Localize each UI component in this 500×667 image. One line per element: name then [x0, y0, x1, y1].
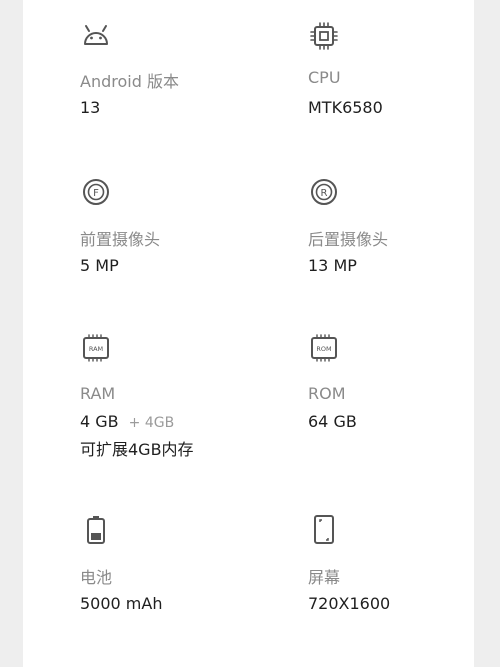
spec-value: MTK6580 [308, 98, 383, 117]
spec-value: 5000 mAh [80, 594, 163, 613]
spec-label: ROM [308, 384, 346, 403]
spec-value: 5 MP [80, 256, 119, 275]
spec-value: 720X1600 [308, 594, 391, 613]
spec-value-row: 4 GB + 4GB [80, 412, 174, 431]
front-camera-icon: F [80, 176, 112, 208]
spec-label: Android 版本 [80, 72, 179, 91]
android-icon [80, 20, 112, 52]
screen-icon [308, 514, 340, 546]
spec-label: 屏幕 [308, 568, 341, 587]
spec-value: 13 [80, 98, 101, 117]
rom-icon-text: ROM [316, 345, 331, 353]
spec-label: CPU [308, 68, 341, 87]
rom-chip-icon: ROM [308, 332, 340, 364]
spec-note: 可扩展4GB内存 [80, 440, 194, 459]
ram-icon-text: RAM [89, 345, 103, 353]
spec-value: 4 GB [80, 412, 119, 431]
spec-label: RAM [80, 384, 116, 403]
spec-value: 13 MP [308, 256, 357, 275]
spec-value-extra: + 4GB [128, 415, 175, 431]
spec-value: 64 GB [308, 412, 357, 431]
spec-label: 电池 [80, 568, 113, 587]
rear-camera-letter: R [321, 188, 328, 199]
battery-icon [80, 514, 112, 546]
device-spec-card: Android 版本 13 CPU MTK6580 F 前置摄像头 5 MP R… [23, 0, 474, 667]
spec-label: 前置摄像头 [80, 230, 161, 249]
spec-label: 后置摄像头 [308, 230, 389, 249]
front-camera-letter: F [93, 188, 99, 199]
rear-camera-icon: R [308, 176, 340, 208]
cpu-chip-icon [308, 20, 340, 52]
ram-chip-icon: RAM [80, 332, 112, 364]
